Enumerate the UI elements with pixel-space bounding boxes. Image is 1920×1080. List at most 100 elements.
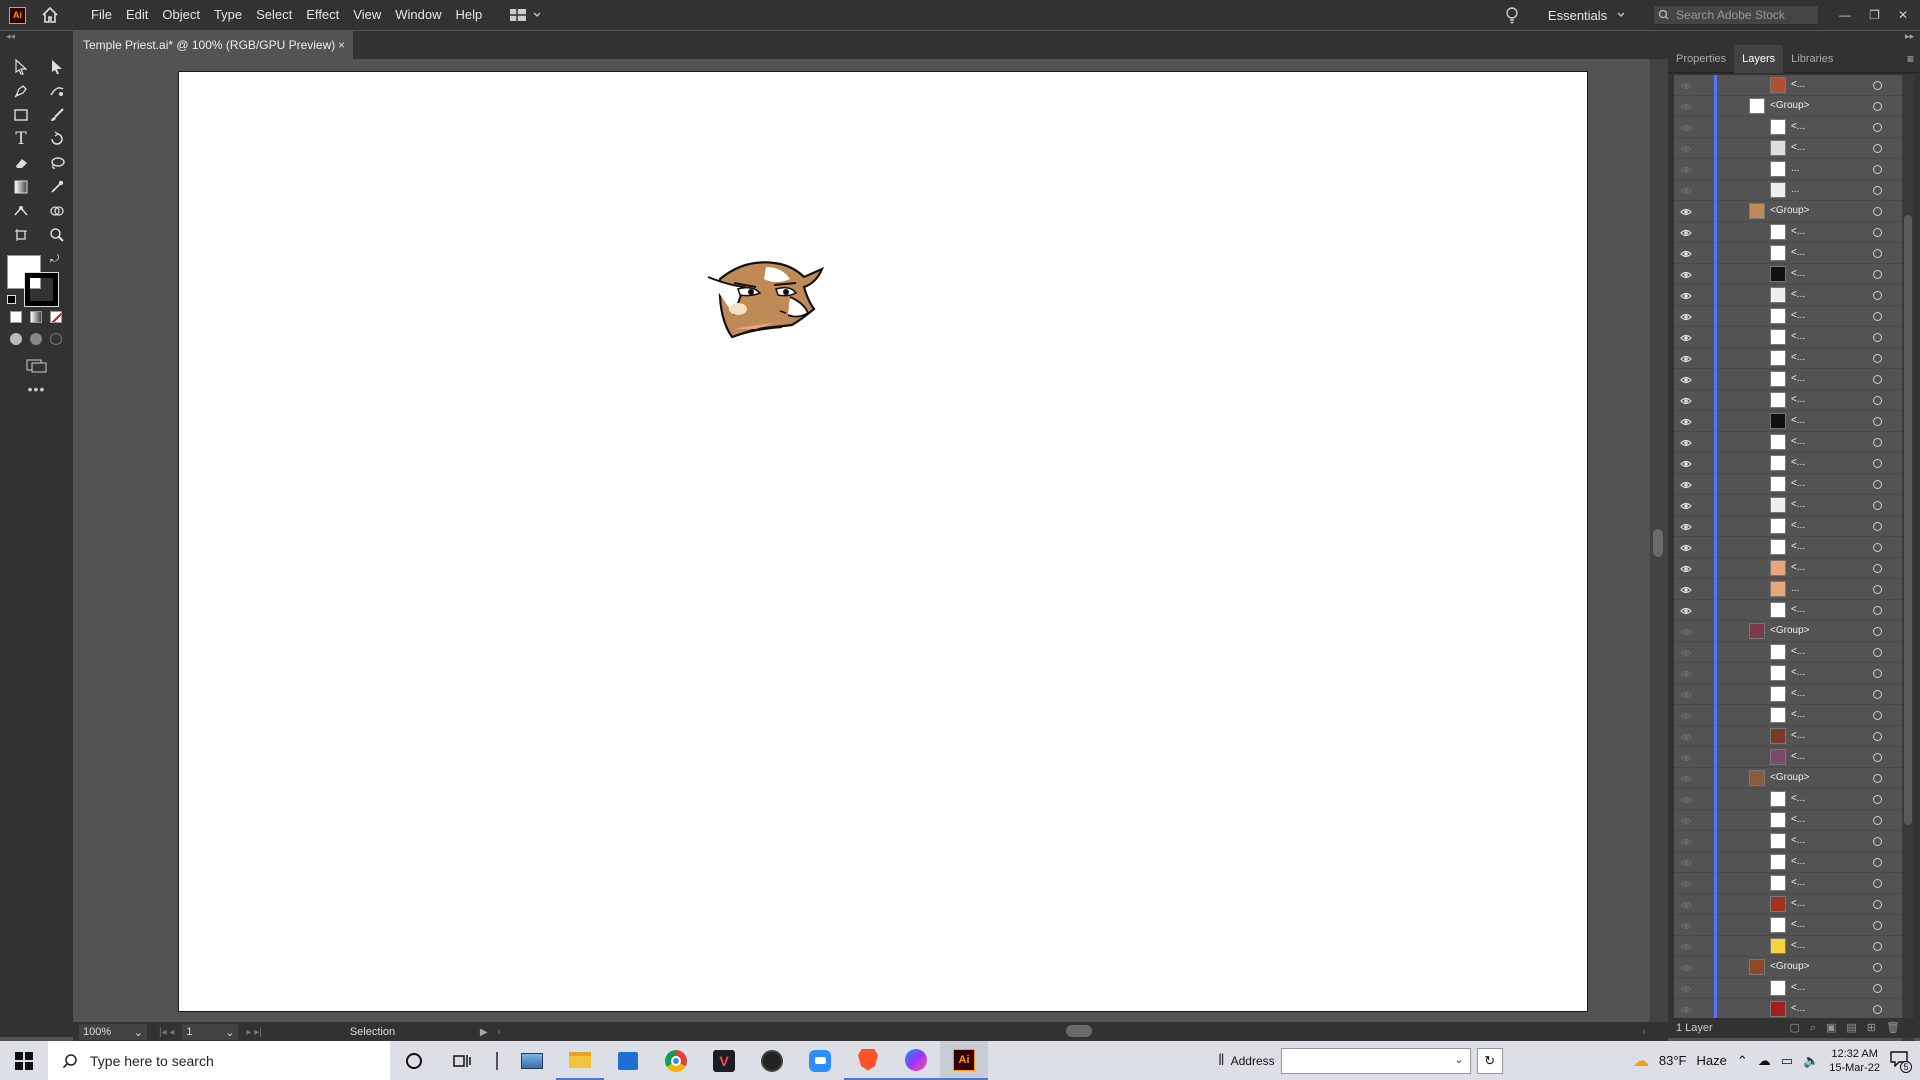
visibility-eye-icon[interactable] (1680, 710, 1692, 720)
menu-view[interactable]: View (346, 0, 388, 30)
visibility-eye-icon[interactable] (1680, 920, 1692, 930)
layer-item-row[interactable]: <... (1674, 453, 1902, 474)
visibility-eye-icon[interactable] (1680, 500, 1692, 510)
layer-target-icon[interactable] (1873, 753, 1882, 762)
layer-item-row[interactable]: <... (1674, 810, 1902, 831)
scroll-right-icon[interactable]: › (1642, 1026, 1646, 1038)
puppet-warp-tool-icon[interactable] (6, 199, 36, 223)
draw-normal-icon[interactable] (10, 333, 22, 345)
layer-item-name[interactable]: <... (1791, 394, 1805, 405)
home-icon[interactable] (40, 5, 60, 25)
visibility-eye-icon[interactable] (1680, 248, 1692, 258)
windows-start-icon[interactable] (0, 1041, 48, 1080)
visibility-eye-icon[interactable] (1680, 983, 1692, 993)
layer-target-icon[interactable] (1873, 627, 1882, 636)
arrange-documents-button[interactable] (509, 8, 541, 22)
pen-tool-icon[interactable] (6, 79, 36, 103)
none-mode-icon[interactable] (50, 311, 62, 323)
layer-target-icon[interactable] (1873, 921, 1882, 930)
visibility-eye-icon[interactable] (1680, 773, 1692, 783)
default-colors-icon[interactable] (7, 295, 16, 304)
weather-temp[interactable]: 83°F (1659, 1053, 1687, 1068)
layer-item-row[interactable]: <... (1674, 789, 1902, 810)
layer-group-name[interactable]: <Group> (1770, 961, 1809, 972)
layer-item-row[interactable]: <... (1674, 495, 1902, 516)
artboard-tool-icon[interactable] (6, 223, 36, 247)
file-explorer-icon[interactable] (556, 1041, 604, 1080)
layer-item-name[interactable]: <... (1791, 310, 1805, 321)
menu-select[interactable]: Select (249, 0, 299, 30)
eraser-tool-icon[interactable] (6, 151, 36, 175)
layer-item-row[interactable]: <... (1674, 432, 1902, 453)
layer-group-row[interactable]: ⌄<Group> (1674, 621, 1902, 642)
layer-target-icon[interactable] (1873, 249, 1882, 258)
screen-mode-icon[interactable] (0, 351, 73, 381)
layer-item-name[interactable]: <... (1791, 730, 1805, 741)
layer-target-icon[interactable] (1873, 900, 1882, 909)
layer-target-icon[interactable] (1873, 858, 1882, 867)
network-icon[interactable]: ▭ (1781, 1053, 1793, 1069)
layer-item-name[interactable]: <... (1791, 289, 1805, 300)
layer-group-name[interactable]: <Group> (1770, 772, 1809, 783)
layer-target-icon[interactable] (1873, 690, 1882, 699)
layer-item-row[interactable]: <... (1674, 978, 1902, 999)
layer-target-icon[interactable] (1873, 312, 1882, 321)
visibility-eye-icon[interactable] (1680, 584, 1692, 594)
visibility-eye-icon[interactable] (1680, 227, 1692, 237)
chrome-icon[interactable] (652, 1041, 700, 1080)
layer-target-icon[interactable] (1873, 207, 1882, 216)
visibility-eye-icon[interactable] (1680, 563, 1692, 573)
visibility-eye-icon[interactable] (1680, 962, 1692, 972)
layer-item-name[interactable]: <... (1791, 856, 1805, 867)
eyedropper-tool-icon[interactable] (42, 175, 72, 199)
visibility-eye-icon[interactable] (1680, 731, 1692, 741)
layer-item-name[interactable]: <... (1791, 688, 1805, 699)
layers-scrollbar[interactable] (1902, 75, 1914, 1051)
canvas-area[interactable] (73, 59, 1668, 1027)
layer-item-row[interactable]: <... (1674, 117, 1902, 138)
layer-group-row[interactable]: ⌄<Group> (1674, 96, 1902, 117)
layer-item-row[interactable]: <... (1674, 558, 1902, 579)
illustrator-taskbar-icon[interactable]: Ai (940, 1041, 988, 1080)
visibility-eye-icon[interactable] (1680, 626, 1692, 636)
layer-item-row[interactable]: <... (1674, 852, 1902, 873)
layer-target-icon[interactable] (1873, 774, 1882, 783)
visibility-eye-icon[interactable] (1680, 311, 1692, 321)
visibility-eye-icon[interactable] (1680, 479, 1692, 489)
layer-item-row[interactable]: <... (1674, 915, 1902, 936)
layer-item-row[interactable]: <... (1674, 873, 1902, 894)
layer-item-name[interactable]: <... (1791, 793, 1805, 804)
visibility-eye-icon[interactable] (1680, 689, 1692, 699)
visibility-eye-icon[interactable] (1680, 353, 1692, 363)
task-view-icon[interactable] (438, 1041, 486, 1080)
clock[interactable]: 12:32 AM 15-Mar-22 (1829, 1047, 1880, 1075)
weather-desc[interactable]: Haze (1697, 1053, 1727, 1068)
layer-item-name[interactable]: <... (1791, 268, 1805, 279)
layer-target-icon[interactable] (1873, 984, 1882, 993)
layer-group-name[interactable]: <Group> (1770, 205, 1809, 216)
close-window-icon[interactable]: ✕ (1898, 8, 1908, 22)
panel-menu-icon[interactable]: ≡ (1907, 52, 1914, 66)
layer-item-name[interactable]: ... (1791, 163, 1799, 174)
temple-priest-artwork[interactable] (704, 257, 834, 357)
layer-target-icon[interactable] (1873, 375, 1882, 384)
layer-item-name[interactable]: <... (1791, 982, 1805, 993)
chevron-up-icon[interactable]: ⌃ (1737, 1053, 1748, 1069)
layer-target-icon[interactable] (1873, 165, 1882, 174)
layer-group-name[interactable]: <Group> (1770, 100, 1809, 111)
layer-target-icon[interactable] (1873, 480, 1882, 489)
layer-target-icon[interactable] (1873, 1005, 1882, 1014)
layer-target-icon[interactable] (1873, 81, 1882, 90)
menu-file[interactable]: File (84, 0, 119, 30)
layer-target-icon[interactable] (1873, 585, 1882, 594)
layer-item-name[interactable]: <... (1791, 436, 1805, 447)
restore-icon[interactable]: ❐ (1869, 8, 1880, 22)
visibility-eye-icon[interactable] (1680, 542, 1692, 552)
notifications-icon[interactable]: 5 (1890, 1050, 1912, 1073)
layer-target-icon[interactable] (1873, 501, 1882, 510)
layer-target-icon[interactable] (1873, 438, 1882, 447)
shape-builder-tool-icon[interactable] (42, 199, 72, 223)
microsoft-store-icon[interactable] (604, 1041, 652, 1080)
layer-group-name[interactable]: <Group> (1770, 625, 1809, 636)
swap-colors-icon[interactable]: ⤾ (50, 253, 59, 266)
